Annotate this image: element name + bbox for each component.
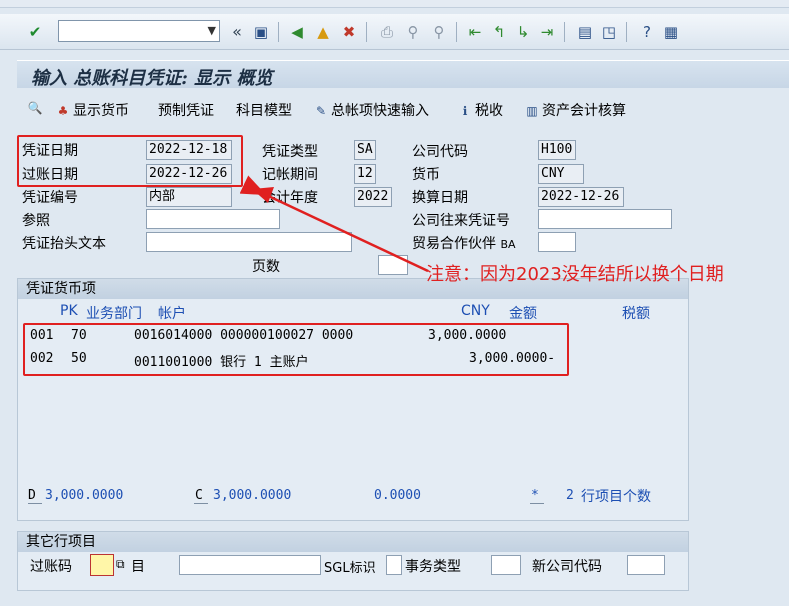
annotation-box-items <box>23 323 569 376</box>
balance: 0.0000 <box>374 488 421 503</box>
enter-icon[interactable]: ✔ <box>26 23 44 41</box>
debit-prefix: D <box>28 488 36 503</box>
separator <box>278 22 279 42</box>
status-underline <box>530 503 544 504</box>
trading-partner-field[interactable] <box>538 232 576 252</box>
asset-accounting-label: 资产会计核算 <box>542 103 626 119</box>
back-icon[interactable]: ◀ <box>288 23 306 41</box>
posting-key-label: 过账码 <box>30 559 72 575</box>
chevron-down-icon[interactable]: ▼ <box>208 24 216 37</box>
menu-bar <box>0 0 789 8</box>
edit-icon: ✎ <box>315 104 327 118</box>
prev-page-icon[interactable]: ↰ <box>490 23 508 41</box>
new-company-code-label: 新公司代码 <box>532 559 602 575</box>
group-title: 其它行项目 <box>18 532 688 552</box>
company-code-field[interactable]: H100 <box>538 140 576 160</box>
separator <box>564 22 565 42</box>
sgl-label: SGL标识 <box>324 561 376 576</box>
document-items-group: 凭证货币项 PK 业务部门 帐户 CNY 金额 税额 001 70 001601… <box>17 278 689 521</box>
col-header-currency: CNY <box>461 303 490 319</box>
separator <box>626 22 627 42</box>
standard-toolbar: ✔ ▼ « ▣ ◀ ▲ ✖ ⎙ ⚲ ⚲ ⇤ ↰ ↳ ⇥ ▤ ◳ ? ▦ <box>0 14 789 50</box>
balance-status: * <box>531 488 539 503</box>
find-next-icon[interactable]: ⚲ <box>430 23 448 41</box>
col-header-business-area: 业务部门 <box>86 306 142 322</box>
annotation-box-dates <box>17 135 243 187</box>
gl-fast-entry-button[interactable]: ✎ 总帐项快速输入 <box>313 100 429 120</box>
find-icon[interactable]: ⚲ <box>404 23 422 41</box>
create-session-icon[interactable]: ▤ <box>576 23 594 41</box>
back-arrows-icon[interactable]: « <box>228 23 246 41</box>
doc-type-field[interactable]: SA <box>354 140 376 160</box>
col-header-pk: PK <box>60 303 78 319</box>
col-header-amount: 金额 <box>509 306 537 322</box>
doc-number-label: 凭证编号 <box>22 190 78 206</box>
info-icon: ℹ <box>462 104 468 118</box>
separator <box>456 22 457 42</box>
customize-icon[interactable]: ▦ <box>662 23 680 41</box>
sgl-field[interactable] <box>386 555 402 575</box>
print-icon[interactable]: ⎙ <box>378 23 396 41</box>
credit-prefix: C <box>195 488 203 503</box>
display-currency-label: 显示货币 <box>73 103 129 119</box>
translation-date-field[interactable]: 2022-12-26 <box>538 187 624 207</box>
help-icon[interactable]: ? <box>638 23 656 41</box>
account-label: 目 <box>131 559 145 575</box>
copy-icon[interactable]: ⧉ <box>116 557 125 572</box>
display-currency-button[interactable]: ♣ 显示货币 <box>55 100 129 120</box>
credit-total: 3,000.0000 <box>213 488 292 503</box>
cancel-icon[interactable]: ✖ <box>340 23 358 41</box>
account-model-button[interactable]: 科目模型 <box>236 100 292 120</box>
col-header-tax: 税额 <box>622 306 650 322</box>
annotation-note: 注意：因为2023没年结所以换个日期 <box>426 264 724 285</box>
overview-button[interactable]: 🔍 <box>27 100 45 116</box>
line-count: 2 <box>566 488 574 503</box>
asset-icon: ▥ <box>526 104 538 118</box>
tax-button[interactable]: ℹ 税收 <box>457 100 503 120</box>
asset-accounting-button[interactable]: ▥ 资产会计核算 <box>524 100 626 120</box>
transaction-type-field[interactable] <box>491 555 521 575</box>
transaction-type-label: 事务类型 <box>405 559 461 575</box>
annotation-arrow <box>239 175 429 273</box>
other-line-item-group: 其它行项目 过账码 ⧉ 目 SGL标识 事务类型 新公司代码 <box>17 531 689 591</box>
application-toolbar: 🔍 ♣ 显示货币 预制凭证 科目模型 ✎ 总帐项快速输入 ℹ 税收 ▥ 资产会计核算 <box>17 92 789 126</box>
reference-label: 参照 <box>22 213 50 229</box>
intercompany-field[interactable] <box>538 209 672 229</box>
posting-key-field[interactable] <box>90 554 114 576</box>
command-field[interactable]: ▼ <box>58 20 220 42</box>
last-page-icon[interactable]: ⇥ <box>538 23 556 41</box>
debit-underline <box>28 503 42 504</box>
account-field[interactable] <box>179 555 321 575</box>
magnifier-icon: 🔍 <box>27 101 43 115</box>
col-header-account: 帐户 <box>158 306 186 322</box>
title-bar: 输入 总账科目凭证: 显示 概览 <box>17 60 789 89</box>
first-page-icon[interactable]: ⇤ <box>466 23 484 41</box>
currency-icon: ♣ <box>57 104 69 118</box>
exit-icon[interactable]: ▲ <box>314 23 332 41</box>
trading-partner-suffix: BA <box>500 238 516 251</box>
gl-fast-entry-label: 总帐项快速输入 <box>331 103 429 119</box>
currency-field[interactable]: CNY <box>538 164 584 184</box>
park-document-button[interactable]: 预制凭证 <box>158 100 214 120</box>
new-company-code-field[interactable] <box>627 555 665 575</box>
save-icon[interactable]: ▣ <box>252 23 270 41</box>
header-text-label: 凭证抬头文本 <box>22 236 106 252</box>
credit-underline <box>194 503 208 504</box>
next-page-icon[interactable]: ↳ <box>514 23 532 41</box>
debit-total: 3,000.0000 <box>45 488 124 503</box>
doc-type-label: 凭证类型 <box>262 144 318 160</box>
page-title: 输入 总账科目凭证: 显示 概览 <box>31 68 273 89</box>
company-code-label: 公司代码 <box>412 144 468 160</box>
separator <box>366 22 367 42</box>
doc-number-field[interactable]: 内部 <box>146 187 232 207</box>
line-count-label: 行项目个数 <box>581 489 651 505</box>
tax-label: 税收 <box>475 103 503 119</box>
shortcut-icon[interactable]: ◳ <box>600 23 618 41</box>
